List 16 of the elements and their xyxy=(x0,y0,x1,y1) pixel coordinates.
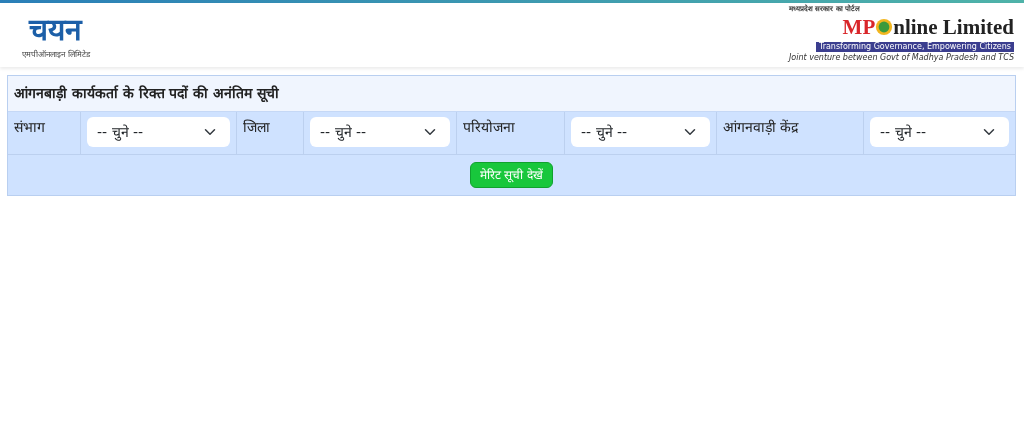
filter-dropdown[interactable]: -- चुने -- xyxy=(571,117,710,147)
panel-title: आंगनबाड़ी कार्यकर्ता के रिक्त पदों की अनंतिम सूची xyxy=(8,76,1015,112)
filter-label: आंगनवाड़ी केंद्र xyxy=(723,119,799,135)
logo-wordmark: चयन xyxy=(27,10,84,49)
filter-label: जिला xyxy=(243,119,270,135)
filter-dropdown[interactable]: -- चुने -- xyxy=(310,117,450,147)
logo-wordmark: nline Limited xyxy=(893,13,1014,41)
emblem-icon xyxy=(875,18,894,37)
logo-wordmark: MP xyxy=(842,13,876,41)
filter-label: संभाग xyxy=(14,119,45,135)
logo-subtitle: एमपीऑनलाइन लिमिटेड xyxy=(22,48,90,61)
logo-note: Joint venture between Govt of Madhya Pradesh and TCS xyxy=(788,53,1014,64)
filter-label: परियोजना xyxy=(463,119,515,135)
logo-slogan: Transforming Governance, Empowering Citizens xyxy=(815,42,1014,53)
filter-dropdown[interactable]: -- चुने -- xyxy=(87,117,230,147)
filter-dropdown[interactable]: -- चुने -- xyxy=(870,117,1009,147)
